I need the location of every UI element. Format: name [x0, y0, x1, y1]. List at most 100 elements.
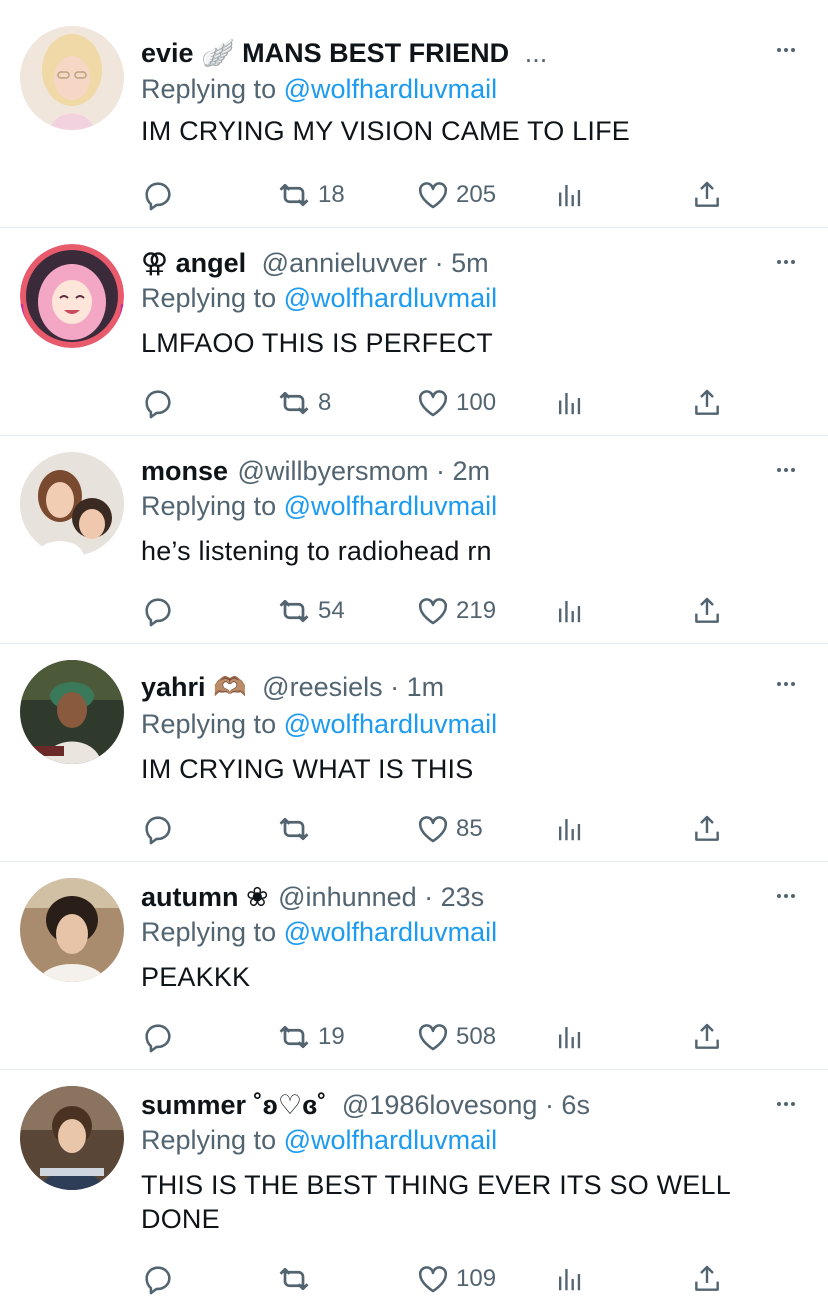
like-count: 219	[456, 597, 497, 624]
analytics-button[interactable]	[554, 1259, 584, 1299]
replying-label: Replying to	[141, 917, 277, 947]
action-bar: 18 205	[141, 175, 741, 215]
share-button[interactable]	[691, 591, 723, 631]
reply-button[interactable]	[141, 591, 175, 631]
mention-link[interactable]: @wolfhardluvmail	[284, 283, 497, 313]
replying-to: Replying to @wolfhardluvmail	[141, 69, 497, 109]
tweet-item[interactable]: autumn ❀ @inhunned · 23s Replying to @wo…	[0, 862, 828, 1070]
retweet-count: 19	[318, 1023, 345, 1050]
analytics-button[interactable]	[554, 809, 584, 849]
like-button[interactable]: 100	[416, 383, 496, 423]
replying-to: Replying to @wolfhardluvmail	[141, 912, 497, 952]
retweet-button[interactable]: 54	[276, 591, 345, 631]
handle-meta: ...	[524, 38, 548, 68]
like-button[interactable]: 508	[416, 1017, 496, 1057]
mention-link[interactable]: @wolfhardluvmail	[284, 491, 497, 521]
reply-button[interactable]	[141, 1259, 175, 1299]
handle-meta: @willbyersmom · 2m	[237, 456, 490, 486]
analytics-button[interactable]	[554, 175, 584, 215]
tweet-header: autumn ❀ @inhunned · 23s	[141, 877, 484, 917]
mention-link[interactable]: @wolfhardluvmail	[284, 917, 497, 947]
avatar[interactable]	[20, 1086, 124, 1190]
analytics-button[interactable]	[554, 383, 584, 423]
share-button[interactable]	[691, 809, 723, 849]
tweet-header: evie 🪽 MANS BEST FRIEND ...	[141, 33, 547, 73]
share-button[interactable]	[691, 383, 723, 423]
retweet-icon	[276, 1261, 312, 1297]
retweet-button[interactable]: 18	[276, 175, 345, 215]
display-name[interactable]: ⚢ angel	[141, 248, 246, 278]
replying-label: Replying to	[141, 74, 277, 104]
more-icon[interactable]	[774, 672, 798, 696]
like-count: 100	[456, 389, 497, 416]
more-icon[interactable]	[774, 458, 798, 482]
tweet-text: THIS IS THE BEST THING EVER ITS SO WELL …	[141, 1170, 730, 1234]
like-button[interactable]: 205	[416, 175, 496, 215]
like-count: 109	[456, 1265, 497, 1292]
avatar[interactable]	[20, 878, 124, 982]
heart-icon	[416, 1020, 450, 1054]
retweet-button[interactable]: 19	[276, 1017, 345, 1057]
retweet-icon	[276, 811, 312, 847]
retweet-button[interactable]	[276, 809, 318, 849]
display-name[interactable]: monse	[141, 456, 228, 486]
reply-icon	[141, 1020, 175, 1054]
tweet-text: IM CRYING MY VISION CAME TO LIFE	[141, 116, 630, 146]
retweet-button[interactable]	[276, 1259, 318, 1299]
display-name[interactable]: summer ˚ʚ♡ɞ˚	[141, 1090, 326, 1120]
reply-button[interactable]	[141, 809, 175, 849]
heart-icon	[416, 178, 450, 212]
retweet-icon	[276, 385, 312, 421]
replying-label: Replying to	[141, 283, 277, 313]
share-icon	[691, 387, 723, 419]
heart-icon	[416, 1262, 450, 1296]
like-button[interactable]: 109	[416, 1259, 496, 1299]
reply-button[interactable]	[141, 175, 175, 215]
analytics-button[interactable]	[554, 1017, 584, 1057]
tweet-header: monse @willbyersmom · 2m	[141, 451, 490, 491]
more-icon[interactable]	[774, 38, 798, 62]
action-bar: 19 508	[141, 1017, 741, 1057]
avatar[interactable]	[20, 660, 124, 764]
retweet-button[interactable]: 8	[276, 383, 331, 423]
share-icon	[691, 1263, 723, 1295]
like-count: 508	[456, 1023, 497, 1050]
share-icon	[691, 595, 723, 627]
more-icon[interactable]	[774, 250, 798, 274]
display-name[interactable]: evie 🪽 MANS BEST FRIEND	[141, 38, 509, 68]
avatar[interactable]	[20, 452, 124, 556]
analytics-button[interactable]	[554, 591, 584, 631]
tweet-item[interactable]: evie 🪽 MANS BEST FRIEND ... Replying to …	[0, 0, 828, 228]
analytics-icon	[554, 388, 584, 418]
mention-link[interactable]: @wolfhardluvmail	[284, 74, 497, 104]
tweet-item[interactable]: summer ˚ʚ♡ɞ˚ @1986lovesong · 6s Replying…	[0, 1070, 828, 1312]
replying-label: Replying to	[141, 1125, 277, 1155]
more-icon[interactable]	[774, 884, 798, 908]
analytics-icon	[554, 596, 584, 626]
retweet-count: 18	[318, 181, 345, 208]
share-button[interactable]	[691, 1017, 723, 1057]
like-button[interactable]: 85	[416, 809, 483, 849]
retweet-icon	[276, 593, 312, 629]
reply-button[interactable]	[141, 1017, 175, 1057]
more-icon[interactable]	[774, 1092, 798, 1116]
mention-link[interactable]: @wolfhardluvmail	[284, 709, 497, 739]
display-name[interactable]: yahri 🫶🏽	[141, 672, 247, 702]
tweet-header: summer ˚ʚ♡ɞ˚ @1986lovesong · 6s	[141, 1085, 590, 1125]
like-count: 85	[456, 815, 483, 842]
share-button[interactable]	[691, 1259, 723, 1299]
tweet-item[interactable]: monse @willbyersmom · 2m Replying to @wo…	[0, 436, 828, 644]
share-button[interactable]	[691, 175, 723, 215]
avatar[interactable]	[20, 26, 124, 130]
display-name[interactable]: autumn ❀	[141, 882, 269, 912]
like-button[interactable]: 219	[416, 591, 496, 631]
analytics-icon	[554, 1264, 584, 1294]
tweet-item[interactable]: ⚢ angel @annieluvver · 5m Replying to @w…	[0, 228, 828, 436]
mention-link[interactable]: @wolfhardluvmail	[284, 1125, 497, 1155]
handle-meta: @1986lovesong · 6s	[341, 1090, 590, 1120]
reply-icon	[141, 178, 175, 212]
tweet-item[interactable]: yahri 🫶🏽 @reesiels · 1m Replying to @wol…	[0, 644, 828, 862]
avatar[interactable]	[20, 244, 124, 348]
action-bar: 85	[141, 809, 741, 849]
reply-button[interactable]	[141, 383, 175, 423]
